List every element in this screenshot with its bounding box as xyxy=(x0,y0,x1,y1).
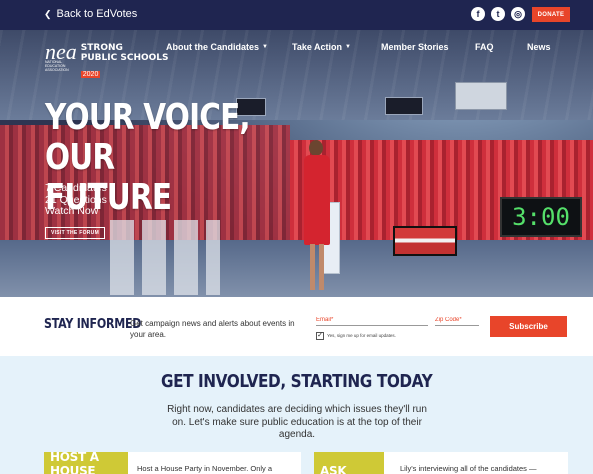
get-involved-title-text: GET INVOLVED, STARTING TODAY xyxy=(160,371,433,392)
host-house-party-card[interactable]: HOST A HOUSE Host a House Party in Novem… xyxy=(44,450,301,474)
nav-label: FAQ xyxy=(475,42,494,52)
logo-public-schools: PUBLIC SCHOOLS xyxy=(80,53,169,63)
nav-label: News xyxy=(527,42,551,52)
ask-card[interactable]: ASK Lily's interviewing all of the candi… xyxy=(314,452,568,474)
card-text: Lily's interviewing all of the candidate… xyxy=(400,464,537,473)
nav-label: Take Action xyxy=(292,42,343,52)
nav-member-stories[interactable]: Member Stories xyxy=(381,42,449,52)
logo-subline: NATIONAL EDUCATION ASSOCIATION xyxy=(45,60,69,72)
speaker-figure xyxy=(300,140,334,292)
logo-strong: STRONG xyxy=(80,43,123,53)
nav-label: About the Candidates xyxy=(166,42,260,52)
hero-title-line-1: YOUR VOICE, OUR xyxy=(45,97,251,178)
hero-subtext: 7 Candidates 21 Questions Watch Now xyxy=(45,182,107,218)
hero-floor xyxy=(0,240,593,297)
logo-nea: nea xyxy=(45,39,77,64)
nav-news[interactable]: News xyxy=(527,42,551,52)
stay-informed-section: STAY INFORMED Get campaign news and aler… xyxy=(0,297,593,356)
stay-informed-title: STAY INFORMED xyxy=(44,317,142,332)
caret-down-icon: ▼ xyxy=(262,44,268,50)
hero-screen xyxy=(385,97,423,115)
hero-line-watch: Watch Now xyxy=(45,205,99,217)
get-involved-text: Right now, candidates are deciding which… xyxy=(167,404,427,440)
email-updates-checkbox[interactable]: ✓ xyxy=(316,332,324,340)
donate-button[interactable]: DONATE xyxy=(532,7,570,22)
countdown-timer: 3:00 xyxy=(500,197,582,237)
nav-label: Member Stories xyxy=(381,42,449,52)
stay-informed-text: Get campaign news and alerts about event… xyxy=(130,319,295,339)
instagram-icon[interactable]: ◎ xyxy=(511,7,525,21)
chevron-left-icon: ❮ xyxy=(44,8,52,19)
hero-chairs xyxy=(110,220,220,295)
caret-down-icon: ▼ xyxy=(345,44,351,50)
top-bar: ❮ Back to EdVotes f t ◎ DONATE xyxy=(0,0,593,30)
nav-faq[interactable]: FAQ xyxy=(475,42,494,52)
hero-screen xyxy=(455,82,507,110)
back-link-label: Back to EdVotes xyxy=(56,8,138,20)
facebook-icon[interactable]: f xyxy=(471,7,485,21)
card-text: Host a House Party in November. Only a xyxy=(137,464,273,473)
email-field[interactable] xyxy=(316,315,428,326)
card-tag: ASK xyxy=(314,452,384,474)
logo-year: 2020 xyxy=(80,71,101,78)
hero-line-candidates: 7 Candidates xyxy=(45,182,107,194)
twitter-icon[interactable]: t xyxy=(491,7,505,21)
back-to-edvotes-link[interactable]: ❮ Back to EdVotes xyxy=(44,8,137,20)
card-tag: HOST A HOUSE xyxy=(44,450,128,474)
email-updates-label: Yes, sign me up for email updates. xyxy=(327,333,396,338)
zip-code-field[interactable] xyxy=(435,315,479,326)
nea-logo[interactable]: nea NATIONAL EDUCATION ASSOCIATION STRON… xyxy=(45,39,169,81)
visit-forum-button[interactable]: VISIT THE FORUM xyxy=(45,227,105,239)
nav-about-candidates[interactable]: About the Candidates ▼ xyxy=(166,42,268,52)
nav-take-action[interactable]: Take Action ▼ xyxy=(292,42,351,52)
flag-screen xyxy=(393,226,457,256)
subscribe-button[interactable]: Subscribe xyxy=(490,316,567,337)
get-involved-title: GET INVOLVED, STARTING TODAY xyxy=(0,371,593,392)
